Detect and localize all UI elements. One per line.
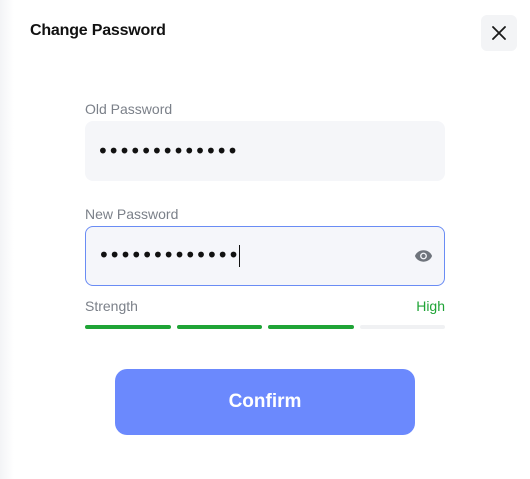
- strength-label: Strength: [85, 298, 138, 314]
- strength-segment: [359, 325, 445, 329]
- old-password-label: Old Password: [85, 101, 173, 117]
- new-password-value: •••••••••••••: [98, 242, 241, 268]
- strength-segment: [85, 325, 171, 329]
- strength-segment: [176, 325, 262, 329]
- text-caret: [239, 245, 241, 268]
- new-password-input[interactable]: •••••••••••••: [85, 226, 445, 286]
- strength-level: High: [416, 298, 445, 314]
- dialog-title: Change Password: [30, 22, 166, 39]
- close-button[interactable]: [481, 15, 517, 51]
- password-form: Old Password ••••••••••••• New Password …: [85, 99, 445, 329]
- new-password-label: New Password: [85, 206, 179, 222]
- eye-icon: [414, 250, 432, 262]
- change-password-dialog: Change Password Old Password •••••••••••…: [0, 0, 530, 479]
- toggle-visibility-button[interactable]: [413, 246, 433, 266]
- strength-segment: [268, 325, 354, 329]
- strength-row: Strength High: [85, 296, 445, 316]
- old-password-value: •••••••••••••: [97, 139, 238, 163]
- confirm-button[interactable]: Confirm: [115, 369, 415, 435]
- close-icon: [492, 26, 506, 40]
- dialog-left-shadow: [0, 0, 14, 479]
- old-password-input[interactable]: •••••••••••••: [85, 121, 445, 181]
- strength-meter: [85, 325, 445, 329]
